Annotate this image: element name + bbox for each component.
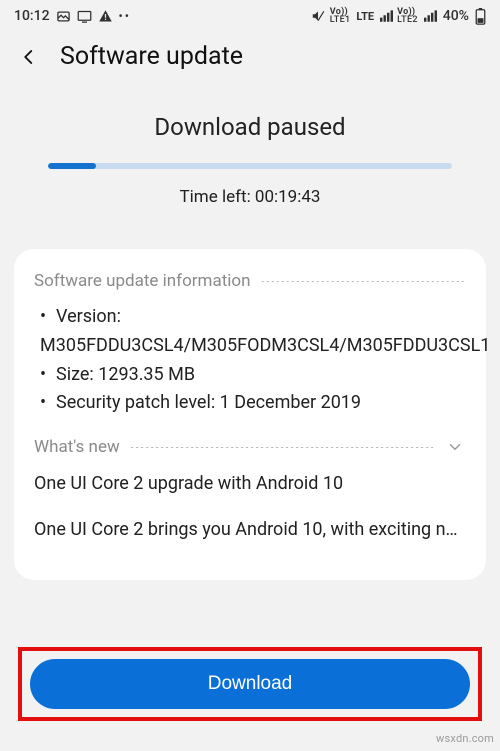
more-icon: •• — [119, 9, 131, 23]
warning-icon — [98, 9, 113, 24]
download-status-section: Download paused Time left: 00:19:43 — [0, 93, 500, 231]
lte-label: LTE — [356, 10, 374, 23]
whatsnew-header[interactable]: What's new — [34, 436, 466, 458]
chevron-down-icon — [444, 436, 466, 458]
picture-icon — [56, 9, 71, 24]
app-bar: Software update — [0, 32, 500, 93]
time-left: Time left: 00:19:43 — [30, 187, 470, 207]
divider-dots — [130, 447, 434, 448]
volte1-indicator: Vo)) LTE1 — [330, 8, 351, 24]
info-list: Version: M305FDDU3CSL4/M305FODM3CSL4/M30… — [34, 303, 466, 418]
signal2-icon — [424, 10, 437, 22]
whatsnew-line1: One UI Core 2 upgrade with Android 10 — [34, 470, 466, 498]
info-header: Software update information — [34, 271, 466, 291]
clock: 10:12 — [14, 8, 50, 24]
mute-icon — [310, 9, 326, 23]
download-button[interactable]: Download — [30, 659, 470, 709]
watermark: wsxdn.com — [436, 732, 494, 745]
whatsnew-heading: What's new — [34, 437, 120, 457]
status-bar: 10:12 •• Vo)) LTE1 LTE Vo)) LTE2 40% — [0, 0, 500, 32]
status-right: Vo)) LTE1 LTE Vo)) LTE2 40% — [310, 8, 486, 25]
divider-dots — [260, 281, 466, 282]
download-status: Download paused — [30, 113, 470, 141]
cast-icon — [77, 10, 92, 23]
whatsnew-line2: One UI Core 2 brings you Android 10, wit… — [34, 516, 466, 544]
info-size: Size: 1293.35 MB — [40, 361, 466, 390]
signal1-icon — [380, 10, 393, 22]
back-button[interactable] — [18, 46, 40, 68]
page-title: Software update — [60, 42, 243, 71]
info-card: Software update information Version: M30… — [14, 249, 486, 580]
volte2-indicator: Vo)) LTE2 — [397, 8, 418, 24]
bottom-bar: Download — [0, 647, 500, 721]
progress-bar — [48, 163, 452, 169]
info-heading: Software update information — [34, 271, 250, 291]
battery-icon — [475, 8, 486, 25]
battery-pct: 40% — [443, 8, 469, 24]
annotation-highlight: Download — [18, 647, 482, 721]
status-left: 10:12 •• — [14, 8, 131, 24]
info-patch: Security patch level: 1 December 2019 — [40, 389, 466, 418]
info-version: Version: M305FDDU3CSL4/M305FODM3CSL4/M30… — [40, 303, 466, 361]
whatsnew-body: One UI Core 2 upgrade with Android 10 On… — [34, 470, 466, 544]
progress-fill — [48, 163, 96, 169]
